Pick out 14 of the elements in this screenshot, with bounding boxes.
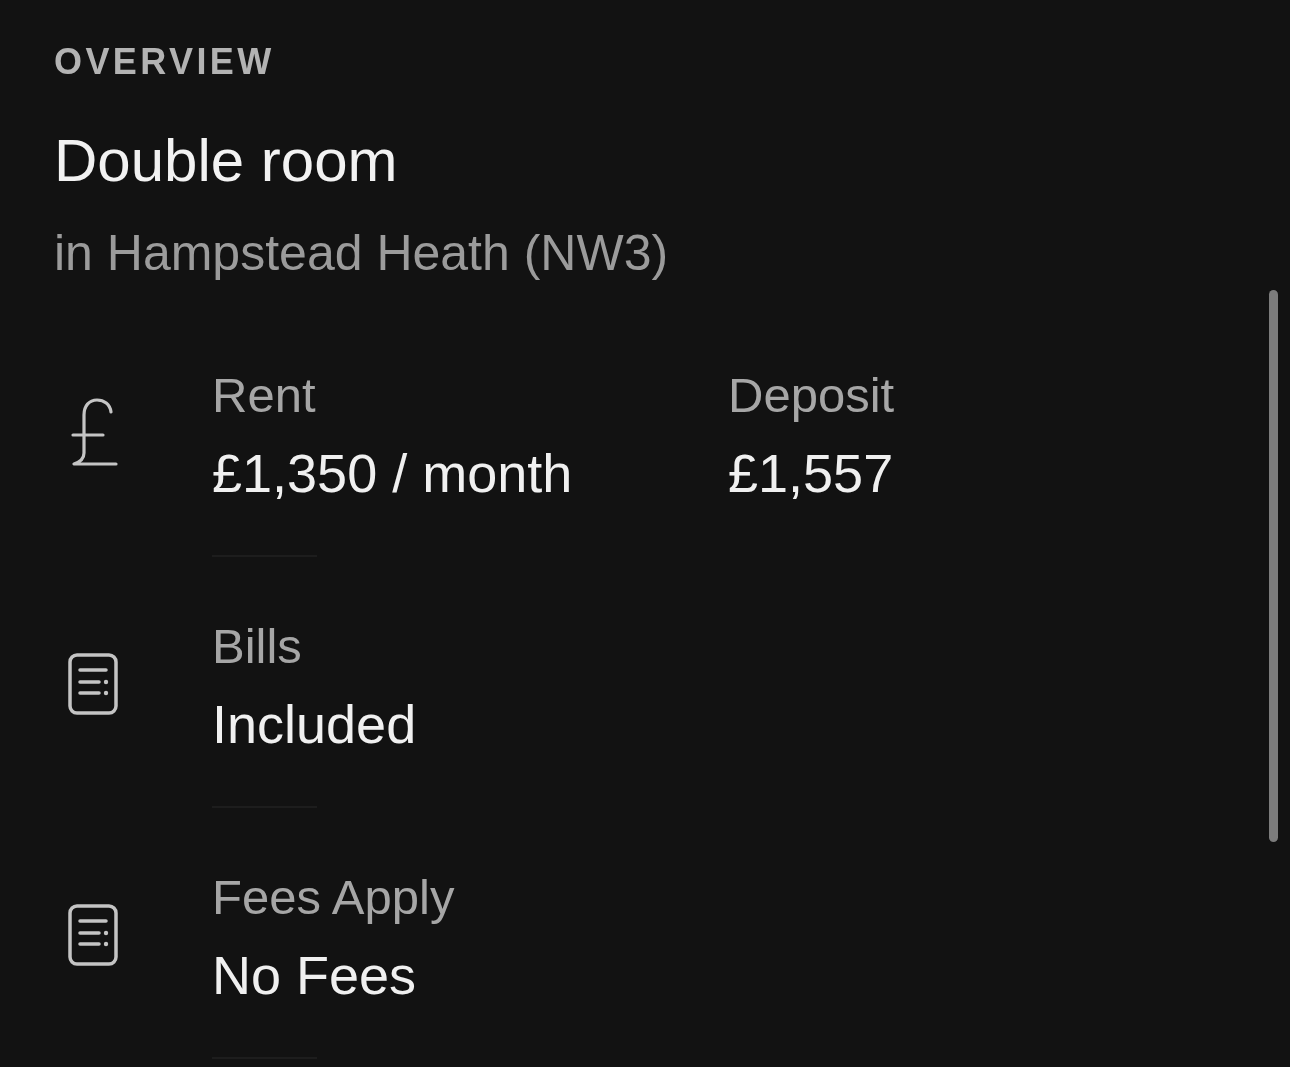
pound-icon [70, 398, 118, 466]
detail-label: Bills [212, 618, 302, 675]
document-icon [68, 653, 118, 715]
detail-value: No Fees [212, 944, 417, 1007]
listing-title: Double room [54, 126, 398, 196]
detail-label: Deposit [728, 367, 895, 424]
section-heading: OVERVIEW [54, 40, 275, 84]
detail-value: £1,557 [728, 442, 894, 505]
detail-label: Rent [212, 367, 316, 424]
location-subtitle: in Hampstead Heath (NW3) [54, 224, 669, 283]
detail-value: £1,350 / month [212, 442, 573, 505]
detail-label: Fees Apply [212, 869, 455, 926]
document-icon [68, 904, 118, 966]
detail-value: Included [212, 693, 417, 756]
